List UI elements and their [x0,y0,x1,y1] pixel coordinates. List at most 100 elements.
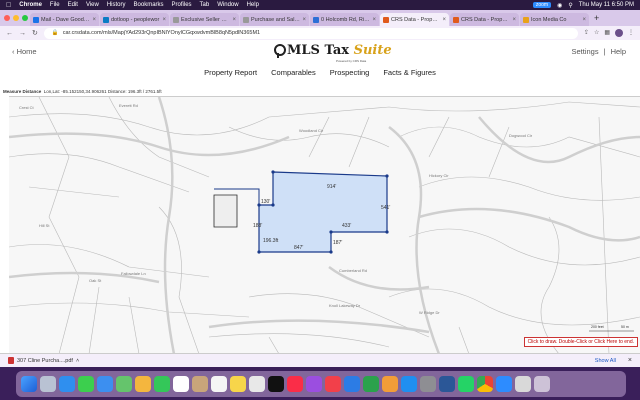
podcasts-icon[interactable] [306,376,322,392]
news-icon[interactable] [325,376,341,392]
menu-window[interactable]: Window [217,2,238,8]
close-tab-icon[interactable]: × [442,17,446,23]
new-tab-icon[interactable]: + [594,13,599,23]
search-icon[interactable]: ⚲ [568,2,572,9]
close-tab-icon[interactable]: × [92,17,96,23]
close-tab-icon[interactable]: × [372,17,376,23]
browser-tab[interactable]: Exclusive Seller Broke × [170,13,239,26]
browser-tab-active[interactable]: CRS Data - Property × [380,13,449,26]
close-download-bar-icon[interactable]: × [628,357,632,364]
share-icon[interactable]: ⇪ [584,29,589,37]
messages-icon[interactable] [78,376,94,392]
browser-tab[interactable]: Purchase and Sale A × [240,13,309,26]
mls-tax-suite-logo[interactable]: MLS Tax Suite Powered by CRS Data [273,43,392,63]
street-label: Woodland Cir [299,128,324,133]
window-controls [4,15,28,21]
reload-icon[interactable]: ↻ [32,29,38,37]
trash-icon[interactable] [534,376,550,392]
extensions-icon[interactable]: ▦ [604,29,610,37]
close-window-icon[interactable] [4,15,10,21]
keynote-icon[interactable] [344,376,360,392]
photos-icon[interactable] [135,376,151,392]
bookmark-star-icon[interactable]: ☆ [594,29,599,37]
map-canvas[interactable]: Everett Rd Hill St Oak St Woodland Cir F… [9,97,640,353]
menu-history[interactable]: History [107,2,126,8]
close-tab-icon[interactable]: × [582,17,586,23]
finder-icon[interactable] [21,376,37,392]
fullscreen-window-icon[interactable] [22,15,28,21]
forward-icon[interactable]: → [19,30,26,37]
close-tab-icon[interactable]: × [512,17,516,23]
safari-icon[interactable] [59,376,75,392]
menu-edit[interactable]: Edit [68,2,78,8]
dimension-label: 187' [333,240,342,246]
home-link[interactable]: ‹ Home [12,47,37,56]
close-tab-icon[interactable]: × [302,17,306,23]
browser-tab[interactable]: 0 Holcomb Rd, Ringo × [310,13,379,26]
music-icon[interactable] [287,376,303,392]
vertex-handle [385,230,389,234]
url-field[interactable]: 🔒 car.crsdata.com/mls/MapjYAd293rQnpIBNl… [43,27,578,39]
distance-label: 196.3ft [263,238,279,244]
appstore-icon[interactable] [401,376,417,392]
download-item[interactable]: 307 Cline Purcha....pdf ˄ [8,357,79,364]
settings-link[interactable]: Settings [572,47,599,56]
menubar-status: zoom ◉ ⚲ Thu May 11 6:50 PM [532,2,634,9]
measure-distance-bar: Measure Distance Lon,Lat: -85.152150,34.… [3,89,162,94]
menu-bookmarks[interactable]: Bookmarks [134,2,164,8]
preview-icon[interactable] [515,376,531,392]
nav-prospecting[interactable]: Prospecting [330,68,370,77]
facetime-icon[interactable] [154,376,170,392]
menu-app-name[interactable]: Chrome [19,2,42,8]
crs-favicon-icon [383,16,389,23]
word-icon[interactable] [439,376,455,392]
url-text: car.crsdata.com/mls/MapjYAd293rQnpIBNlYO… [62,30,261,36]
reminders-icon[interactable] [211,376,227,392]
minimize-window-icon[interactable] [13,15,19,21]
zoom-icon[interactable] [496,376,512,392]
tv-icon[interactable] [268,376,284,392]
dimension-label: 130' [261,199,270,205]
header-separator: | [603,47,606,56]
doc-favicon-icon [173,16,179,23]
nav-property-report[interactable]: Property Report [204,68,257,77]
contacts-icon[interactable] [192,376,208,392]
draw-instructions-tooltip[interactable]: Click to draw. Double-Click or Click Her… [523,337,638,347]
close-tab-icon[interactable]: × [162,17,166,23]
pages-icon[interactable] [382,376,398,392]
close-tab-icon[interactable]: × [232,17,236,23]
menu-profiles[interactable]: Profiles [172,2,192,8]
chrome-icon[interactable] [477,376,493,392]
nav-comparables[interactable]: Comparables [271,68,316,77]
chevron-up-icon[interactable]: ˄ [76,358,79,364]
calendar-icon[interactable] [173,376,189,392]
browser-tab[interactable]: dotloop - peoplewor × [100,13,169,26]
show-all-button[interactable]: Show All [595,358,616,364]
wifi-icon[interactable]: ◉ [557,2,562,9]
freeform-icon[interactable] [249,376,265,392]
browser-tab[interactable]: Icon Media Co × [520,13,589,26]
profile-avatar[interactable] [615,29,623,37]
nav-facts-figures[interactable]: Facts & Figures [383,68,436,77]
notes-icon[interactable] [230,376,246,392]
numbers-icon[interactable] [363,376,379,392]
browser-tab[interactable]: CRS Data - Property × [450,13,519,26]
clock[interactable]: Thu May 11 6:50 PM [579,2,634,8]
maps-icon[interactable] [116,376,132,392]
settings-icon[interactable] [420,376,436,392]
menu-view[interactable]: View [86,2,99,8]
kebab-menu-icon[interactable]: ⋮ [628,29,634,37]
back-icon[interactable]: ← [6,30,13,37]
whatsapp-icon[interactable] [458,376,474,392]
zoom-status-icon[interactable]: zoom [532,2,552,8]
launchpad-icon[interactable] [40,376,56,392]
help-link[interactable]: Help [611,47,626,56]
browser-tab[interactable]: Mail - Dave Goodyea × [30,13,99,26]
apple-icon[interactable]:  [6,2,11,9]
menu-tab[interactable]: Tab [200,2,210,8]
mail-icon[interactable] [97,376,113,392]
menu-file[interactable]: File [50,2,60,8]
parcel-map[interactable]: Everett Rd Hill St Oak St Woodland Cir F… [9,96,640,353]
adjacent-lot[interactable] [213,194,238,228]
menu-help[interactable]: Help [247,2,259,8]
